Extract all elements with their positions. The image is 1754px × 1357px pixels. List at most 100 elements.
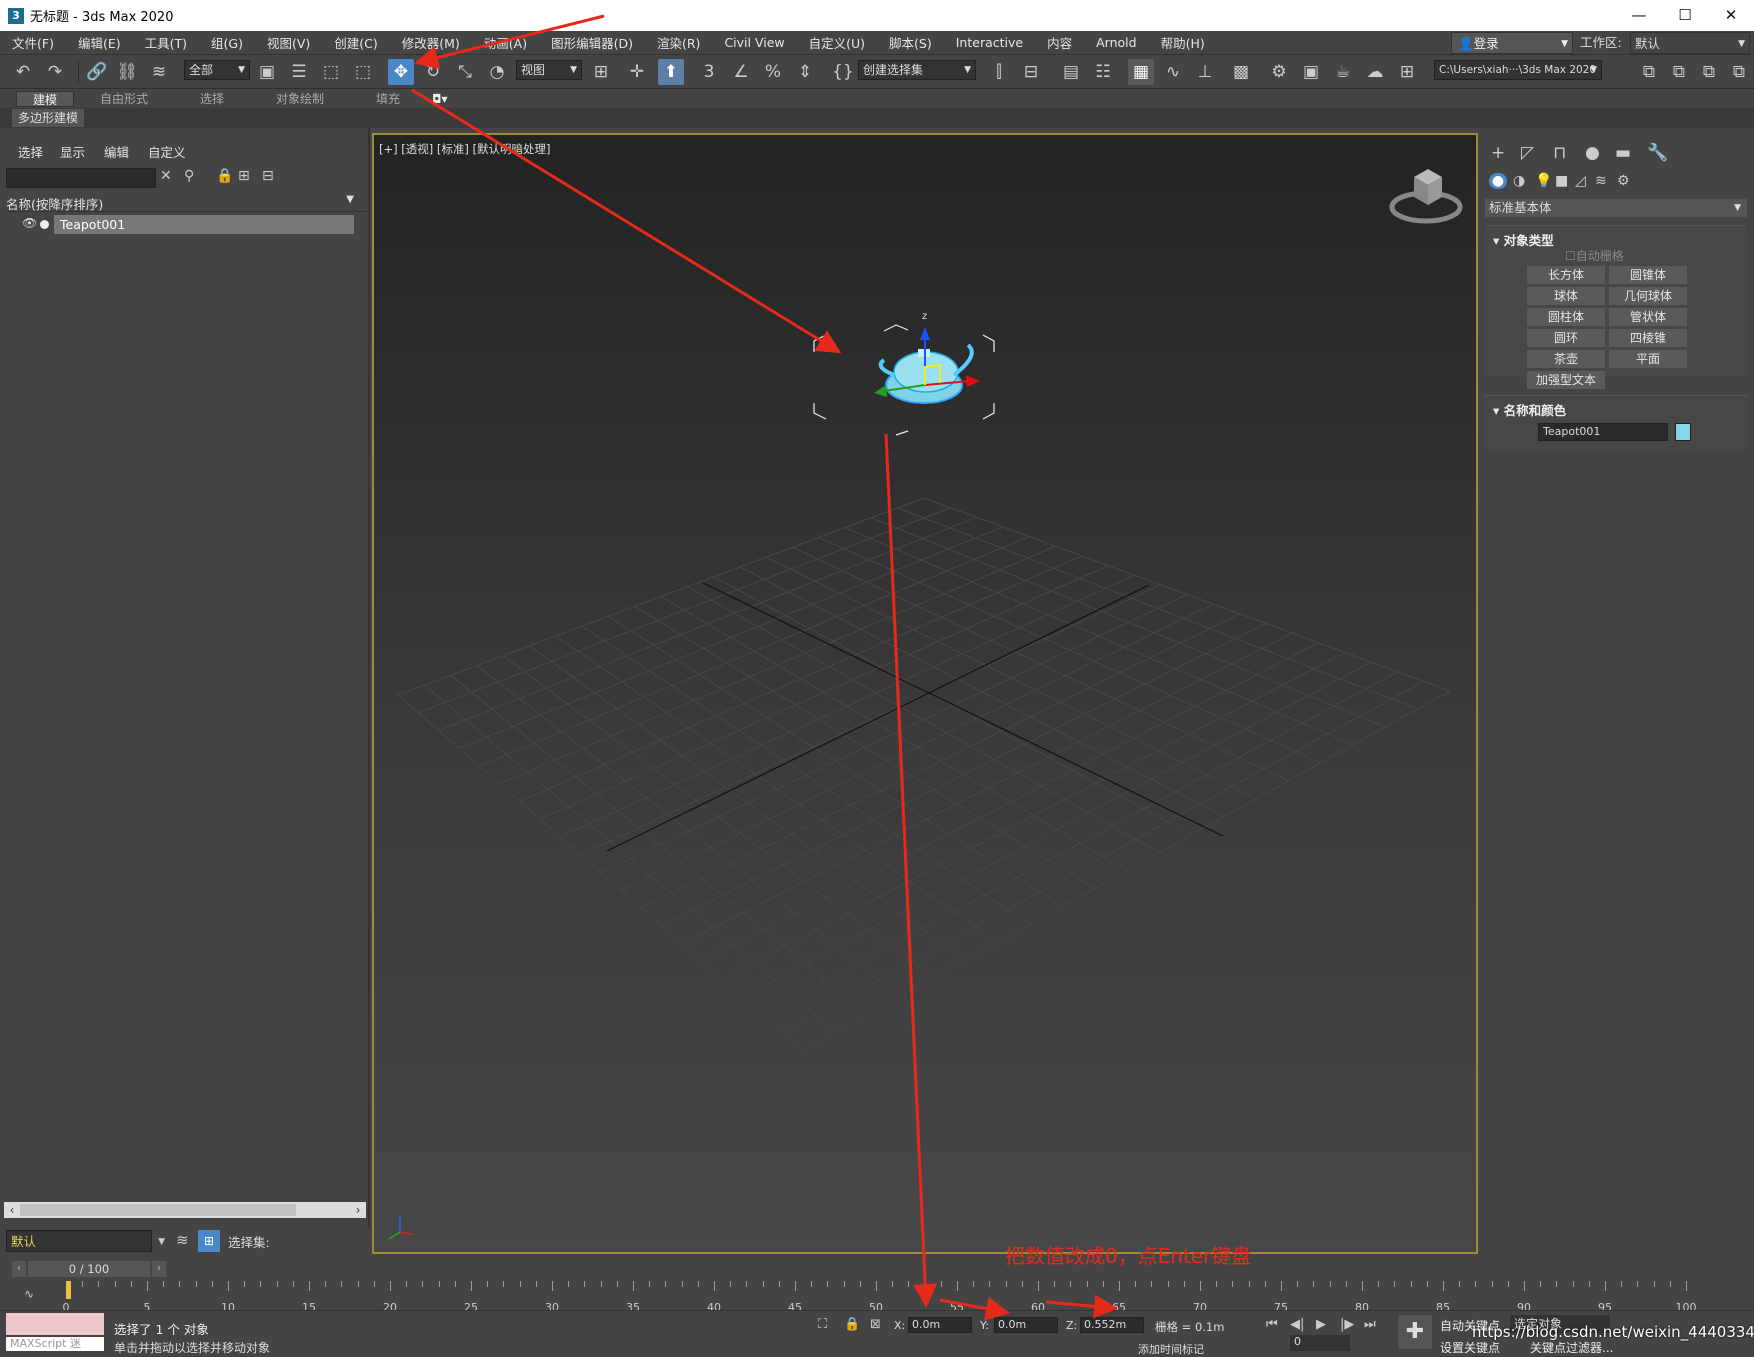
- material-editor-icon[interactable]: ▩: [1228, 59, 1254, 85]
- x-coordinate-input[interactable]: 0.0m: [908, 1317, 972, 1333]
- filter-icon[interactable]: ⚲: [184, 168, 194, 184]
- redo-icon[interactable]: ↷: [42, 59, 68, 85]
- render-setup-icon[interactable]: ⚙: [1266, 59, 1292, 85]
- render-cloud-icon[interactable]: ☁: [1362, 59, 1388, 85]
- explorer-menu-display[interactable]: 显示: [60, 142, 85, 161]
- rect-selection-icon[interactable]: ⬚: [318, 59, 344, 85]
- curve-editor-icon[interactable]: ∿: [1160, 59, 1186, 85]
- rendered-frame-window-icon[interactable]: ▣: [1298, 59, 1324, 85]
- box-button[interactable]: 长方体: [1527, 266, 1605, 284]
- close-button[interactable]: ✕: [1708, 0, 1754, 31]
- snaps-toggle-icon[interactable]: 3: [696, 59, 722, 85]
- ribbon-tab-modeling[interactable]: 建模: [16, 91, 74, 107]
- y-coordinate-input[interactable]: 0.0m: [994, 1317, 1058, 1333]
- shapes-icon[interactable]: ◑: [1513, 173, 1525, 189]
- viewcube[interactable]: [1386, 157, 1466, 227]
- scene-object-name[interactable]: Teapot001: [54, 215, 354, 234]
- scene-explorer-toggle-icon[interactable]: ▤: [1058, 59, 1084, 85]
- explorer-scrollbar[interactable]: ‹ ›: [4, 1202, 366, 1218]
- select-and-scale-icon[interactable]: ⤡: [452, 59, 478, 85]
- visibility-eye-icon[interactable]: 👁: [22, 216, 37, 230]
- hierarchy-icon[interactable]: ⊞: [238, 168, 250, 184]
- lock-icon[interactable]: 🔒: [216, 168, 233, 184]
- name-column-header[interactable]: 名称(按降序排序) ▼: [6, 194, 366, 212]
- next-key-icon[interactable]: |▶: [1340, 1317, 1354, 1332]
- explorer-menu-customize[interactable]: 自定义: [148, 142, 186, 161]
- key-filters-button[interactable]: 关键点过滤器...: [1530, 1339, 1613, 1356]
- primitive-category-select[interactable]: 标准基本体 ▼: [1485, 199, 1747, 217]
- menu-group[interactable]: 组(G): [199, 33, 255, 52]
- select-by-name-icon[interactable]: ☰: [286, 59, 312, 85]
- pivot-center-icon[interactable]: ⊞: [588, 59, 614, 85]
- menu-arnold[interactable]: Arnold: [1084, 35, 1148, 50]
- torus-button[interactable]: 圆环: [1527, 329, 1605, 347]
- schematic-view-icon[interactable]: ⊥: [1192, 59, 1218, 85]
- name-color-header[interactable]: ▾ 名称和颜色: [1493, 400, 1566, 419]
- scroll-right-icon[interactable]: ›: [350, 1202, 366, 1218]
- selection-filter-dropdown[interactable]: 全部 ▼: [184, 60, 250, 80]
- explorer-menu-select[interactable]: 选择: [18, 142, 43, 161]
- set-key-button[interactable]: 设置关键点: [1440, 1339, 1500, 1356]
- teapot-button[interactable]: 茶壶: [1527, 350, 1605, 368]
- edit-named-selection-icon[interactable]: {}: [830, 59, 856, 85]
- cameras-icon[interactable]: ■: [1555, 173, 1568, 189]
- utilities-tab-icon[interactable]: 🔧: [1647, 143, 1668, 163]
- menu-rendering[interactable]: 渲染(R): [645, 33, 712, 52]
- display-tab-icon[interactable]: ▬: [1615, 143, 1631, 163]
- geometry-icon[interactable]: ●: [1489, 173, 1507, 189]
- curve-editor-mini-icon[interactable]: ∿: [24, 1287, 34, 1301]
- add-time-tag[interactable]: 添加时间标记: [1138, 1341, 1204, 1357]
- next-frame-icon[interactable]: ›: [152, 1261, 166, 1277]
- object-type-header[interactable]: ▾ 对象类型: [1493, 230, 1554, 249]
- menu-edit[interactable]: 编辑(E): [66, 33, 133, 52]
- ribbon-tab-selection[interactable]: 选择: [200, 91, 224, 107]
- clear-search-icon[interactable]: ✕: [160, 168, 172, 184]
- menu-create[interactable]: 创建(C): [322, 33, 389, 52]
- absolute-mode-icon[interactable]: ⊠: [870, 1317, 881, 1332]
- angle-snap-icon[interactable]: ∠: [728, 59, 754, 85]
- render-shortcut-icon[interactable]: ⊞: [1394, 59, 1420, 85]
- project-folder-icon[interactable]: ⧉: [1696, 59, 1722, 85]
- goto-end-icon[interactable]: ⏭: [1364, 1317, 1376, 1332]
- percent-snap-icon[interactable]: %: [760, 59, 786, 85]
- goto-start-icon[interactable]: ⏮: [1266, 1317, 1278, 1332]
- scroll-left-icon[interactable]: ‹: [4, 1202, 20, 1218]
- scroll-thumb[interactable]: [20, 1204, 296, 1216]
- menu-views[interactable]: 视图(V): [255, 33, 322, 52]
- bind-space-warp-icon[interactable]: ≋: [146, 59, 172, 85]
- time-slider[interactable]: 0 / 100: [28, 1261, 150, 1277]
- project-path-dropdown[interactable]: C:\Users\xiah···\3ds Max 2020 ▼: [1434, 60, 1602, 80]
- menu-graph-editors[interactable]: 图形编辑器(D): [539, 33, 645, 52]
- layer-explorer-icon[interactable]: ☷: [1090, 59, 1116, 85]
- menu-file[interactable]: 文件(F): [0, 33, 66, 52]
- ribbon-tab-freeform[interactable]: 自由形式: [100, 91, 148, 107]
- mirror-icon[interactable]: ⫿: [986, 59, 1012, 85]
- menu-help[interactable]: 帮助(H): [1149, 33, 1217, 52]
- select-and-move-icon[interactable]: ✥: [388, 59, 414, 85]
- select-and-rotate-icon[interactable]: ↻: [420, 59, 446, 85]
- select-manipulate-icon[interactable]: ✛: [624, 59, 650, 85]
- cylinder-button[interactable]: 圆柱体: [1527, 308, 1605, 326]
- named-selection-dropdown[interactable]: 创建选择集 ▼: [858, 60, 976, 80]
- select-and-place-icon[interactable]: ◔: [484, 59, 510, 85]
- menu-content[interactable]: 内容: [1035, 33, 1084, 52]
- prev-frame-icon[interactable]: ‹: [12, 1261, 26, 1277]
- open-file-icon[interactable]: ⧉: [1636, 59, 1662, 85]
- toggle-ribbon-icon[interactable]: ▦: [1128, 59, 1154, 85]
- object-name-input[interactable]: Teapot001: [1538, 423, 1668, 441]
- menu-customize[interactable]: 自定义(U): [797, 33, 877, 52]
- systems-icon[interactable]: ⚙: [1617, 173, 1630, 189]
- plane-button[interactable]: 平面: [1609, 350, 1687, 368]
- helpers-icon[interactable]: ◿: [1575, 173, 1586, 189]
- space-warps-icon[interactable]: ≋: [1595, 173, 1607, 189]
- maxscript-listener[interactable]: [6, 1313, 104, 1335]
- menu-modifiers[interactable]: 修改器(M): [390, 33, 472, 52]
- maximize-button[interactable]: ☐: [1662, 0, 1708, 31]
- menu-tools[interactable]: 工具(T): [133, 33, 199, 52]
- z-coordinate-input[interactable]: 0.552m: [1080, 1317, 1144, 1333]
- select-object-icon[interactable]: ▣: [254, 59, 280, 85]
- sort-by-hierarchy-icon[interactable]: ⊞: [198, 1230, 220, 1252]
- maxscript-label[interactable]: MAXScript 迷: [6, 1337, 104, 1351]
- ribbon-tab-populate[interactable]: 填充: [376, 91, 400, 107]
- layer-select[interactable]: 默认 ▼: [6, 1230, 165, 1252]
